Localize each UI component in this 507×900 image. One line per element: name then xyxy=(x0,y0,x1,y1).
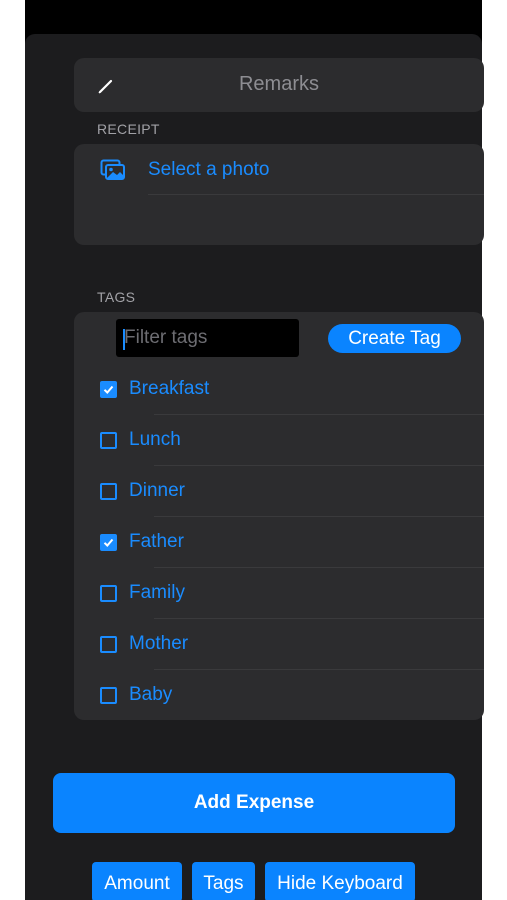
tag-label: Breakfast xyxy=(129,378,210,399)
receipt-divider xyxy=(148,194,484,195)
add-expense-button[interactable]: Add Expense xyxy=(53,773,455,833)
expense-form-sheet: Remarks RECEIPT Select a photo TAGS Filt… xyxy=(25,34,484,900)
select-photo-label: Select a photo xyxy=(148,159,270,180)
create-tag-button[interactable]: Create Tag xyxy=(328,324,461,353)
tags-section-label: TAGS xyxy=(97,289,136,305)
tags-card: Create Tag Breakfast Lunch Dinner xyxy=(74,312,484,720)
tag-row-lunch[interactable]: Lunch xyxy=(74,415,484,466)
receipt-section-label: RECEIPT xyxy=(97,121,160,137)
filter-tags-input[interactable] xyxy=(116,319,299,357)
tag-row-breakfast[interactable]: Breakfast xyxy=(74,364,484,415)
app-screen: Remarks RECEIPT Select a photo TAGS Filt… xyxy=(0,0,507,900)
text-cursor xyxy=(123,329,125,350)
tag-label: Father xyxy=(129,531,184,552)
checkbox-unchecked-icon[interactable] xyxy=(100,585,117,602)
tag-row-family[interactable]: Family xyxy=(74,568,484,619)
select-photo-button[interactable]: Select a photo xyxy=(74,144,484,194)
hide-keyboard-button[interactable]: Hide Keyboard xyxy=(265,862,415,900)
tag-row-mother[interactable]: Mother xyxy=(74,619,484,670)
amount-button[interactable]: Amount xyxy=(92,862,182,900)
remarks-field[interactable]: Remarks xyxy=(74,58,484,112)
checkbox-checked-icon[interactable] xyxy=(100,534,117,551)
tags-button[interactable]: Tags xyxy=(192,862,255,900)
tag-label: Family xyxy=(129,582,185,603)
photo-icon xyxy=(100,159,126,181)
tag-label: Baby xyxy=(129,684,173,705)
checkbox-unchecked-icon[interactable] xyxy=(100,687,117,704)
checkbox-unchecked-icon[interactable] xyxy=(100,636,117,653)
tag-label: Dinner xyxy=(129,480,185,501)
tag-row-baby[interactable]: Baby xyxy=(74,670,484,721)
tag-row-father[interactable]: Father xyxy=(74,517,484,568)
receipt-card: Select a photo xyxy=(74,144,484,245)
checkbox-unchecked-icon[interactable] xyxy=(100,483,117,500)
remarks-placeholder: Remarks xyxy=(238,73,319,95)
checkbox-checked-icon[interactable] xyxy=(100,381,117,398)
tag-row-dinner[interactable]: Dinner xyxy=(74,466,484,517)
tag-label: Lunch xyxy=(129,429,181,450)
tag-label: Mother xyxy=(129,633,189,654)
checkbox-unchecked-icon[interactable] xyxy=(100,432,117,449)
